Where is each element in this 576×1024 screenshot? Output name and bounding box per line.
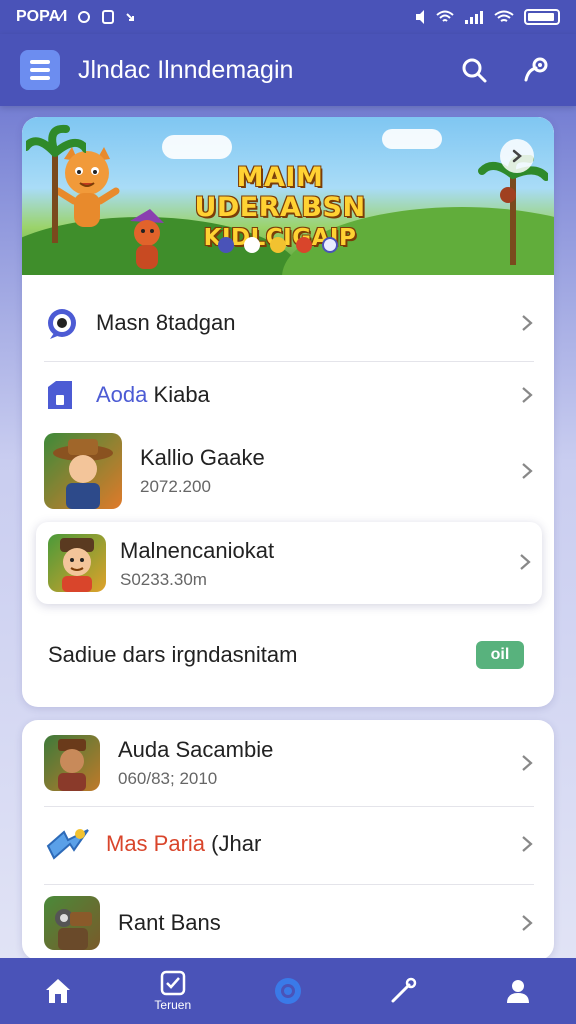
banner-title-line1: MAIM UDERABSN (194, 162, 366, 223)
list-item-label: Rant Bans (118, 910, 221, 935)
list-item-selected[interactable]: Malnencaniokat S0233.30m (36, 522, 542, 604)
list-item-label: Malnencaniokat (120, 538, 275, 563)
setting-toggle[interactable]: oil (476, 641, 524, 669)
promo-banner[interactable]: MAIM UDERABSN KIDLCIGAIP (22, 117, 554, 275)
list-item[interactable]: Auda Sacambie 060/83; 2010 (44, 734, 534, 792)
robot-character-icon (55, 909, 92, 950)
nav-discover[interactable] (248, 958, 328, 1024)
chevron-right-icon (512, 149, 522, 163)
list-item-label: Auda Sacambie (118, 737, 274, 762)
list-item[interactable]: Kallio Gaake 2072.200 (44, 433, 534, 509)
lightning-star-icon (46, 829, 89, 860)
chevron-right-icon (522, 836, 533, 852)
list-item-subtitle: S0233.30m (120, 570, 207, 589)
cowboy-character-icon (53, 439, 113, 509)
divider (44, 361, 534, 362)
game-thumbnail (44, 433, 122, 509)
user-icon (507, 980, 530, 1003)
divider (44, 806, 534, 807)
pager-dot[interactable] (296, 237, 312, 253)
volume-icon (416, 10, 424, 24)
chevron-right-icon (522, 387, 533, 403)
list-item-label: Masn 8tadgan (96, 310, 236, 335)
list-item[interactable]: Aoda Kiaba (44, 375, 534, 415)
list-item[interactable]: Mas Paria (Jhar (44, 822, 534, 866)
list-item-label: Kallio Gaake (140, 445, 265, 470)
setting-row: Sadiue dars irgndasnitam (48, 637, 538, 673)
featured-card: MAIM UDERABSN KIDLCIGAIP Masn 8tadgan Ao… (22, 117, 554, 707)
chat-badge-icon (48, 309, 76, 339)
banner-next-button[interactable] (500, 139, 534, 173)
wifi-alt-icon (494, 10, 514, 22)
list-item-label-b: (Jhar (211, 831, 262, 856)
app-bar: Jlndac Ilnndemagin (0, 34, 576, 106)
nav-tasks[interactable]: Teruen (133, 958, 213, 1024)
sim-icon (102, 10, 115, 24)
status-carrier-text: POPA⁄I (16, 8, 68, 25)
divider (44, 884, 534, 885)
settings-icon (524, 57, 548, 82)
palm-tree-icon (26, 124, 86, 243)
list-item[interactable]: Masn 8tadgan (44, 303, 534, 343)
signal-icon (465, 11, 483, 24)
menu-icon[interactable] (20, 50, 60, 90)
list-item-subtitle: 2072.200 (140, 477, 211, 496)
nav-profile[interactable] (478, 958, 558, 1024)
alarm-icon (78, 11, 91, 23)
pager-dot[interactable] (218, 237, 234, 253)
arrow-icon (126, 13, 135, 21)
pager-dot[interactable] (270, 237, 286, 253)
list-item[interactable]: Rant Bans (44, 896, 534, 950)
search-button[interactable] (454, 50, 494, 90)
list-item-label-a: Mas Paria (106, 831, 206, 856)
wifi-icon (436, 10, 454, 22)
games-list-card: Auda Sacambie 060/83; 2010 Mas Paria (Jh… (22, 720, 554, 960)
game-thumbnail (44, 735, 100, 791)
adventurer-character-icon (58, 739, 86, 791)
banner-pager (218, 237, 338, 253)
chevron-right-icon (520, 554, 531, 570)
wand-icon (391, 977, 417, 1003)
chevron-right-icon (522, 463, 533, 479)
list-item-label-a: Aoda (96, 382, 148, 407)
setting-label: Sadiue dars irgndasnitam (48, 642, 298, 667)
chevron-right-icon (522, 915, 533, 931)
nav-label: Teruen (154, 998, 192, 1012)
nav-home[interactable] (18, 958, 98, 1024)
list-item-subtitle: 060/83; 2010 (118, 769, 218, 788)
compass-icon (274, 978, 301, 1004)
nav-tools[interactable] (363, 958, 443, 1024)
game-thumbnail (48, 534, 106, 592)
page-title: Jlndac Ilnndemagin (78, 55, 294, 84)
folder-lock-icon (48, 381, 72, 409)
search-icon (462, 58, 487, 83)
chevron-right-icon (522, 755, 533, 771)
check-square-icon (160, 970, 186, 996)
bottom-nav: Teruen (0, 958, 576, 1024)
settings-button[interactable] (516, 50, 556, 90)
home-icon (45, 979, 70, 1003)
battery-icon (524, 9, 560, 25)
list-item-label-b: Kiaba (153, 382, 210, 407)
pager-dot[interactable] (244, 237, 260, 253)
boy-character-icon (60, 538, 94, 592)
game-thumbnail (44, 896, 100, 950)
pager-dot[interactable] (322, 237, 338, 253)
chevron-right-icon (522, 315, 533, 331)
status-bar: POPA⁄I (0, 0, 576, 34)
